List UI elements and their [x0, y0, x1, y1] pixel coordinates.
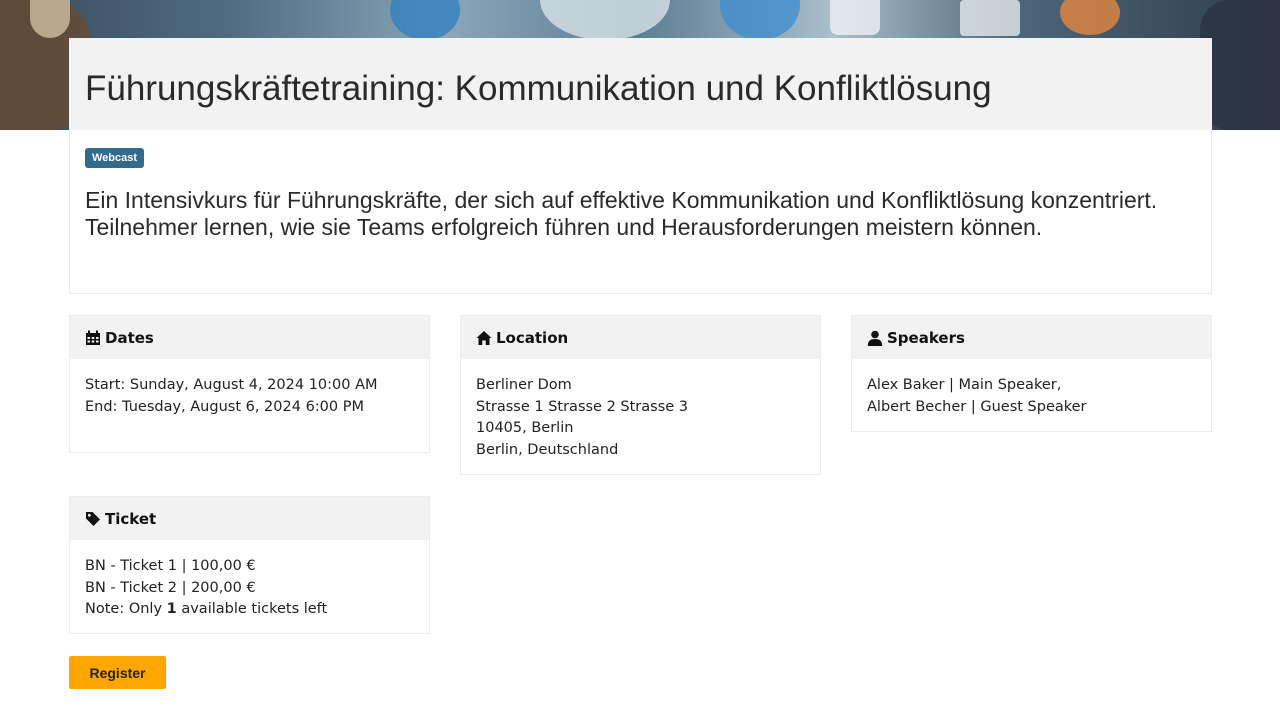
- location-heading: Location: [496, 328, 569, 347]
- event-title: Führungskräftetraining: Kommunikation un…: [85, 69, 992, 108]
- event-type-badge: Webcast: [85, 148, 145, 168]
- event-title-box: Führungskräftetraining: Kommunikation un…: [69, 38, 1212, 130]
- hero-decoration: [1200, 0, 1280, 130]
- hero-decoration: [960, 0, 1020, 36]
- hero-decoration: [720, 0, 800, 40]
- location-card-header: Location: [461, 316, 820, 359]
- ticket-card-header: Ticket: [70, 497, 429, 540]
- location-card: Location Berliner Dom Strasse 1 Strasse …: [460, 315, 821, 475]
- speaker-item: Alex Baker | Main Speaker,: [867, 377, 1062, 393]
- event-description: Ein Intensivkurs für Führungskräfte, der…: [85, 187, 1158, 240]
- ticket-card-body: BN - Ticket 1 | 100,00 € BN - Ticket 2 |…: [70, 540, 429, 621]
- start-date: Start: Sunday, August 4, 2024 10:00 AM: [85, 377, 378, 393]
- home-icon: [476, 330, 492, 346]
- street-address: Strasse 1 Strasse 2 Strasse 3: [476, 398, 689, 415]
- ticket-item: BN - Ticket 2 | 200,00 €: [85, 579, 256, 596]
- speaker-item: Albert Becher | Guest Speaker: [867, 398, 1087, 415]
- speakers-heading: Speakers: [887, 328, 965, 347]
- available-count: 1: [166, 601, 177, 617]
- dates-card-header: Dates: [70, 316, 429, 359]
- hero-decoration: [390, 0, 460, 40]
- hero-decoration: [1060, 0, 1120, 35]
- speakers-card: Speakers Alex Baker | Main Speaker, Albe…: [851, 315, 1212, 432]
- speakers-card-body: Alex Baker | Main Speaker, Albert Becher…: [852, 359, 1211, 418]
- dates-heading: Dates: [105, 328, 154, 347]
- ticket-heading: Ticket: [105, 509, 157, 528]
- end-date: End: Tuesday, August 6, 2024 6:00 PM: [85, 398, 364, 415]
- venue-name: Berliner Dom: [476, 377, 572, 393]
- postal-city: 10405, Berlin: [476, 420, 574, 436]
- dates-card-body: Start: Sunday, August 4, 2024 10:00 AM E…: [70, 359, 429, 418]
- dates-card: Dates Start: Sunday, August 4, 2024 10:0…: [69, 315, 430, 453]
- availability-note: Note: Only 1 available tickets left: [85, 599, 414, 621]
- speakers-card-header: Speakers: [852, 316, 1211, 359]
- user-icon: [867, 330, 883, 346]
- location-card-body: Berliner Dom Strasse 1 Strasse 2 Strasse…: [461, 359, 820, 461]
- note-suffix: available tickets left: [176, 601, 328, 617]
- register-button[interactable]: Register: [69, 656, 166, 689]
- event-intro: Webcast Ein Intensivkurs für Führungskrä…: [69, 130, 1212, 294]
- tag-icon: [85, 511, 101, 527]
- note-prefix: Note: Only: [85, 601, 167, 617]
- calendar-icon: [85, 330, 101, 346]
- hero-decoration: [830, 0, 880, 35]
- hero-decoration: [540, 0, 670, 40]
- city-country: Berlin, Deutschland: [476, 441, 619, 458]
- ticket-item: BN - Ticket 1 | 100,00 €: [85, 558, 256, 574]
- ticket-card: Ticket BN - Ticket 1 | 100,00 € BN - Tic…: [69, 496, 430, 634]
